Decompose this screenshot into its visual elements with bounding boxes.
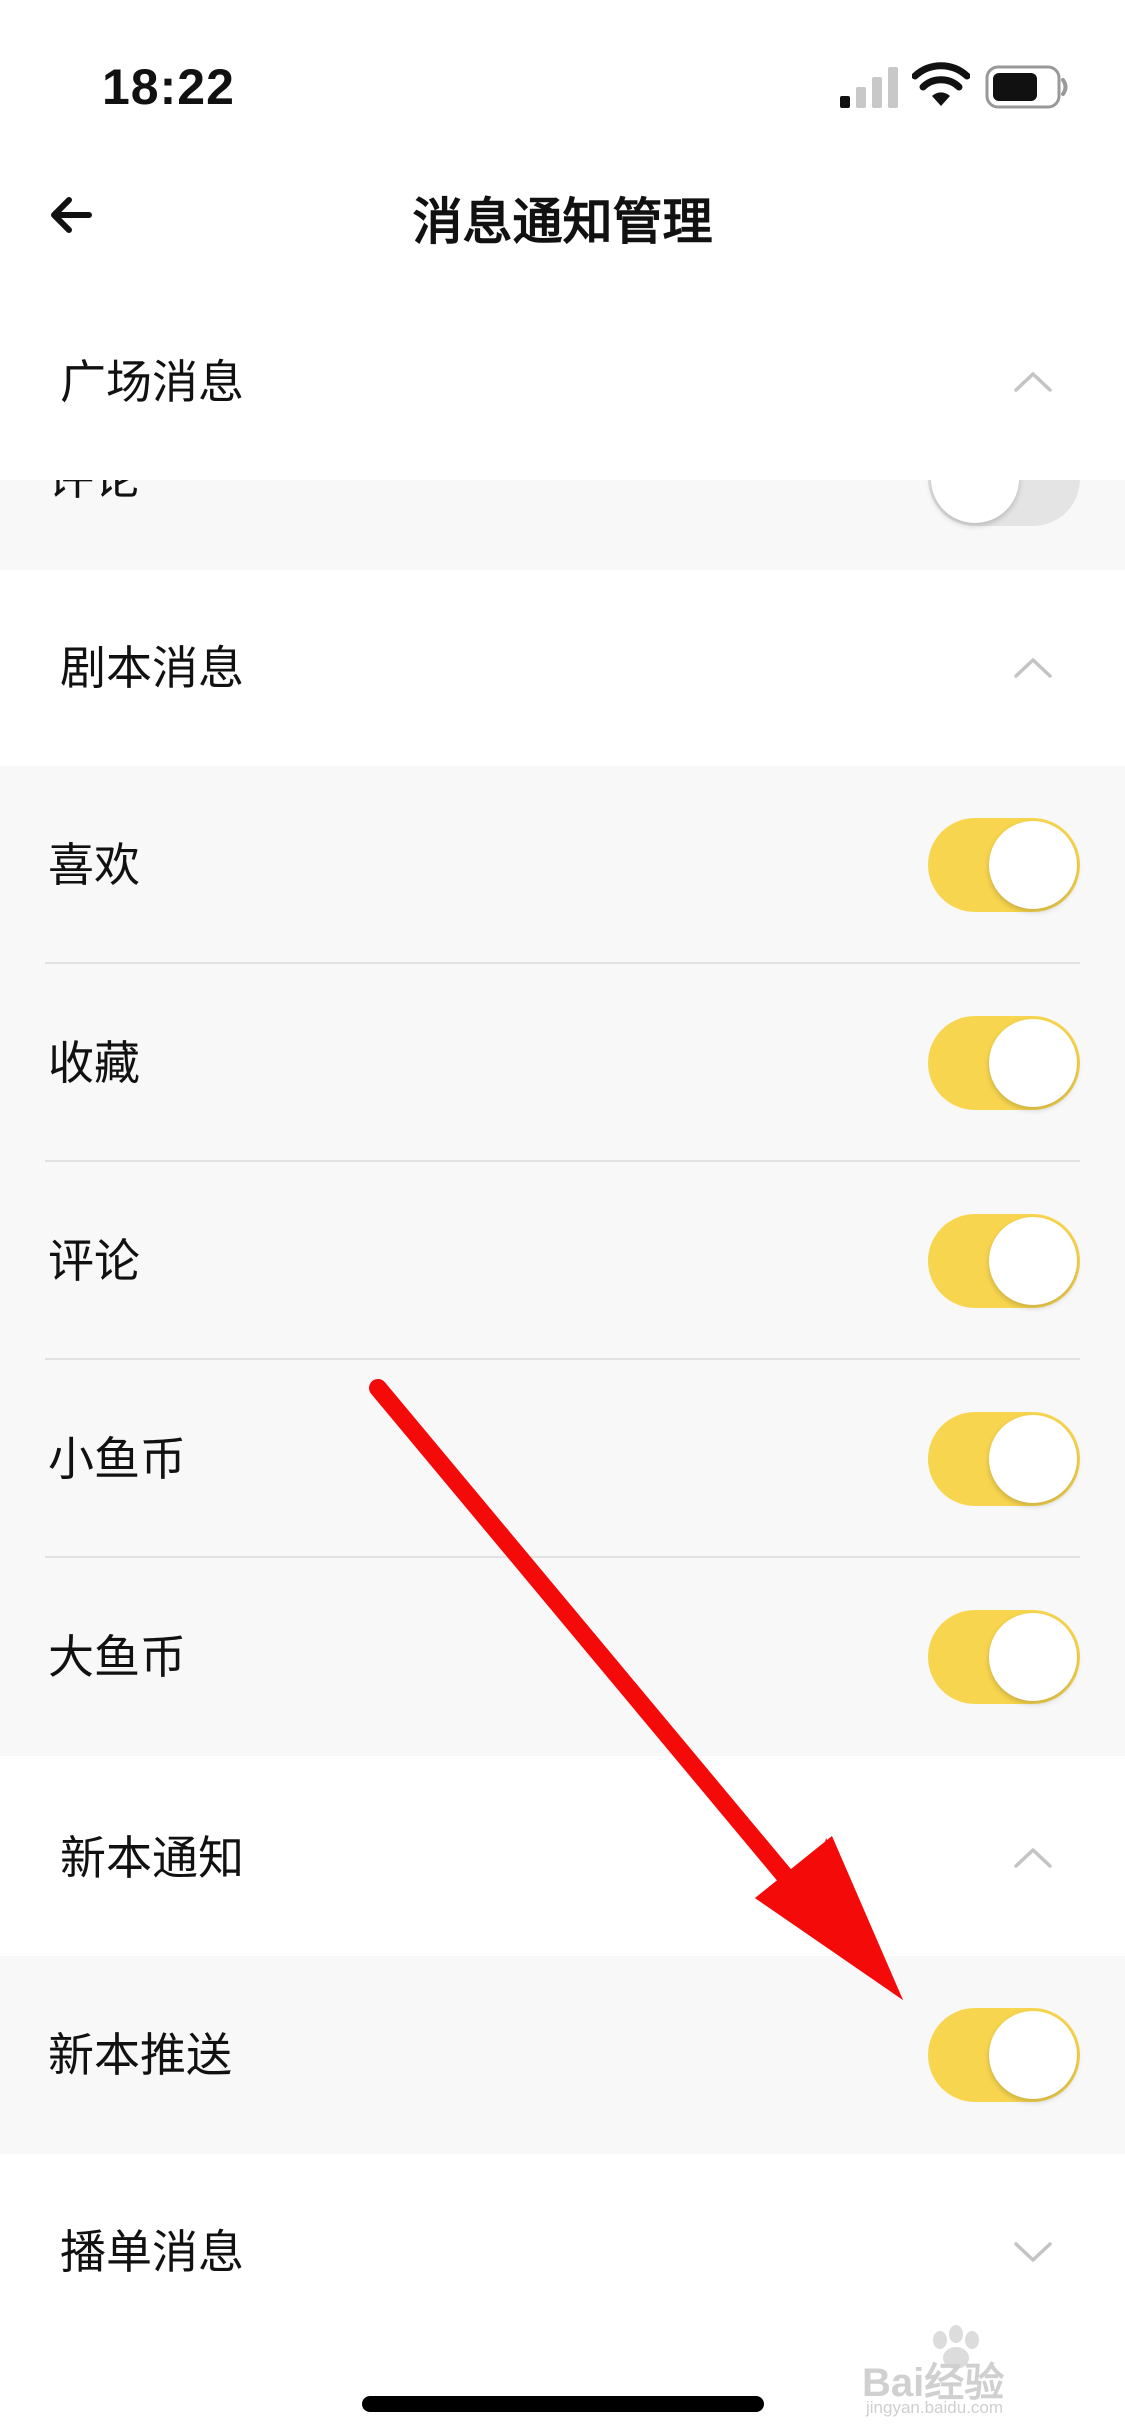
list-item-favorite: 收藏 [0,964,1125,1162]
toggle-knob [989,1613,1077,1701]
list-item-comment: 评论 [0,1162,1125,1360]
chevron-up-icon [1014,372,1052,392]
toggle-switch-comment[interactable] [928,1214,1080,1308]
section-header-square-messages[interactable]: 广场消息 [0,284,1125,480]
toggle-switch-new-script-push[interactable] [928,2008,1080,2102]
status-bar: 18:22 [0,0,1125,160]
list-area-new-script-notice: 新本推送 [0,1956,1125,2154]
list-item-big-fish-coin: 大鱼币 [0,1558,1125,1756]
list-area-script-messages: 喜欢 收藏 评论 小鱼币 大鱼币 [0,766,1125,1756]
row-label: 收藏 [48,1036,140,1090]
toggle-knob [989,1217,1077,1305]
wifi-icon [912,62,970,106]
toggle-switch-like[interactable] [928,818,1080,912]
toggle-knob [989,821,1077,909]
watermark-url: jingyan.baidu.com [866,2398,1004,2417]
chevron-down-icon [1014,2242,1052,2262]
chevron-up-icon [1014,1848,1052,1868]
watermark: Bai经验 jingyan.baidu.com [860,2320,1090,2420]
chevron-up-icon [1014,658,1052,678]
page-title: 消息通知管理 [412,193,713,251]
row-label: 小鱼币 [48,1432,186,1486]
toggle-knob [931,480,1019,523]
battery-icon [985,65,1068,109]
toggle-knob [989,1415,1077,1503]
list-area-square-messages: 评论 [0,480,1125,570]
row-label: 新本推送 [48,2028,232,2082]
list-item-new-script-push: 新本推送 [0,1956,1125,2154]
section-title: 剧本消息 [60,641,244,695]
toggle-knob [989,2011,1077,2099]
toggle-switch-favorite[interactable] [928,1016,1080,1110]
toggle-switch-square-comment[interactable] [928,480,1080,526]
section-header-new-script-notice[interactable]: 新本通知 [0,1760,1125,1956]
section-title: 广场消息 [60,355,244,409]
home-indicator [362,2396,764,2412]
list-item-small-fish-coin: 小鱼币 [0,1360,1125,1558]
section-title: 播单消息 [60,2225,244,2279]
navigation-bar: 消息通知管理 [0,160,1125,270]
toggle-knob [989,1019,1077,1107]
cellular-signal-icon [840,67,898,108]
row-label: 评论 [48,1234,140,1288]
toggle-switch-big-fish-coin[interactable] [928,1610,1080,1704]
status-time: 18:22 [102,59,235,115]
toggle-switch-small-fish-coin[interactable] [928,1412,1080,1506]
row-label: 大鱼币 [48,1630,186,1684]
section-title: 新本通知 [60,1831,244,1885]
row-label: 评论 [48,480,140,528]
list-item-like: 喜欢 [0,766,1125,964]
row-label: 喜欢 [48,838,140,892]
section-header-script-messages[interactable]: 剧本消息 [0,570,1125,766]
